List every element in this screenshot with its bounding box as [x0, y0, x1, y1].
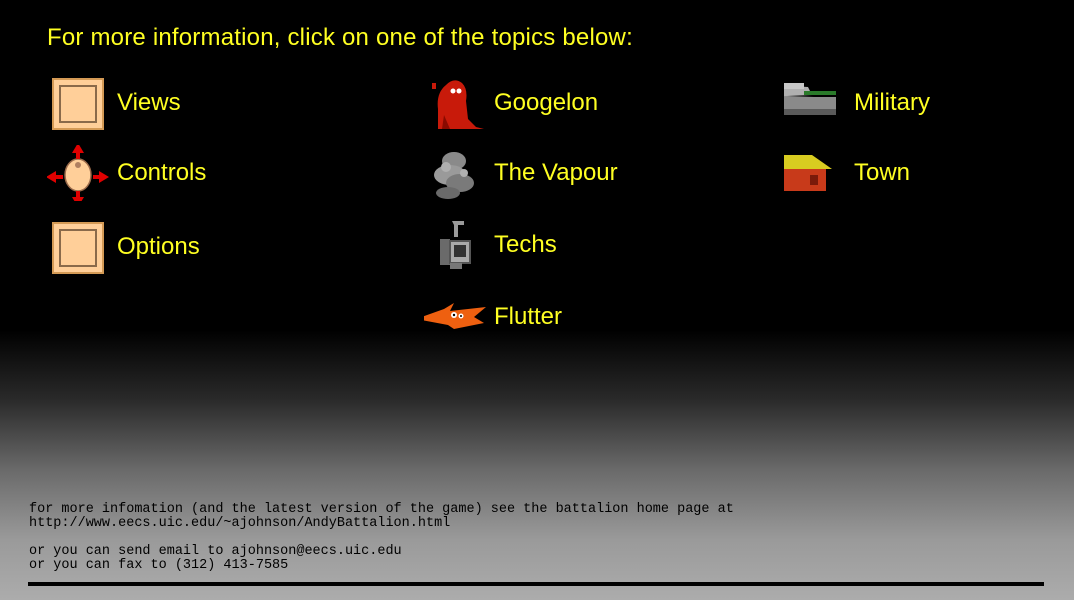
topic-town-label: Town — [854, 159, 911, 186]
topic-techs-label: Techs — [494, 231, 557, 258]
topic-googelon-label: Googelon — [494, 89, 599, 116]
options-icon — [47, 219, 109, 275]
footer-info: for more infomation (and the latest vers… — [29, 503, 734, 573]
flutter-creature-icon — [424, 289, 486, 345]
footer-fax-text: or you can fax to (312) 413-7585 — [29, 558, 289, 573]
topic-flutter-label: Flutter — [494, 303, 563, 330]
topic-town[interactable]: Town — [784, 145, 910, 201]
topic-flutter[interactable]: Flutter — [424, 289, 562, 345]
techs-robot-icon — [424, 217, 486, 273]
footer-divider — [28, 582, 1044, 586]
tank-icon — [784, 75, 846, 131]
topic-military-label: Military — [854, 89, 930, 116]
footer-homepage-url[interactable]: http://www.eecs.uic.edu/~ajohnson/AndyBa… — [29, 517, 734, 531]
topic-googelon[interactable]: Googelon — [424, 75, 598, 131]
footer-homepage-text: for more infomation (and the latest vers… — [29, 502, 734, 517]
controls-icon — [47, 145, 109, 201]
footer-spacer — [29, 531, 734, 545]
views-icon — [47, 75, 109, 131]
topic-views[interactable]: Views — [47, 75, 181, 131]
footer-email-text: or you can send email to ajohnson@eecs.u… — [29, 544, 402, 559]
topic-options-label: Options — [117, 233, 200, 260]
topic-views-label: Views — [117, 89, 181, 116]
house-icon — [784, 145, 846, 201]
topic-options[interactable]: Options — [47, 219, 200, 275]
page-title: For more information, click on one of th… — [47, 24, 633, 51]
topic-techs[interactable]: Techs — [424, 217, 557, 273]
googelon-monster-icon — [424, 75, 486, 131]
topic-controls[interactable]: Controls — [47, 145, 206, 201]
topic-vapour-label: The Vapour — [494, 159, 618, 186]
topic-controls-label: Controls — [117, 159, 207, 186]
vapour-cloud-icon — [424, 145, 486, 201]
topic-military[interactable]: Military — [784, 75, 930, 131]
topic-vapour[interactable]: The Vapour — [424, 145, 618, 201]
